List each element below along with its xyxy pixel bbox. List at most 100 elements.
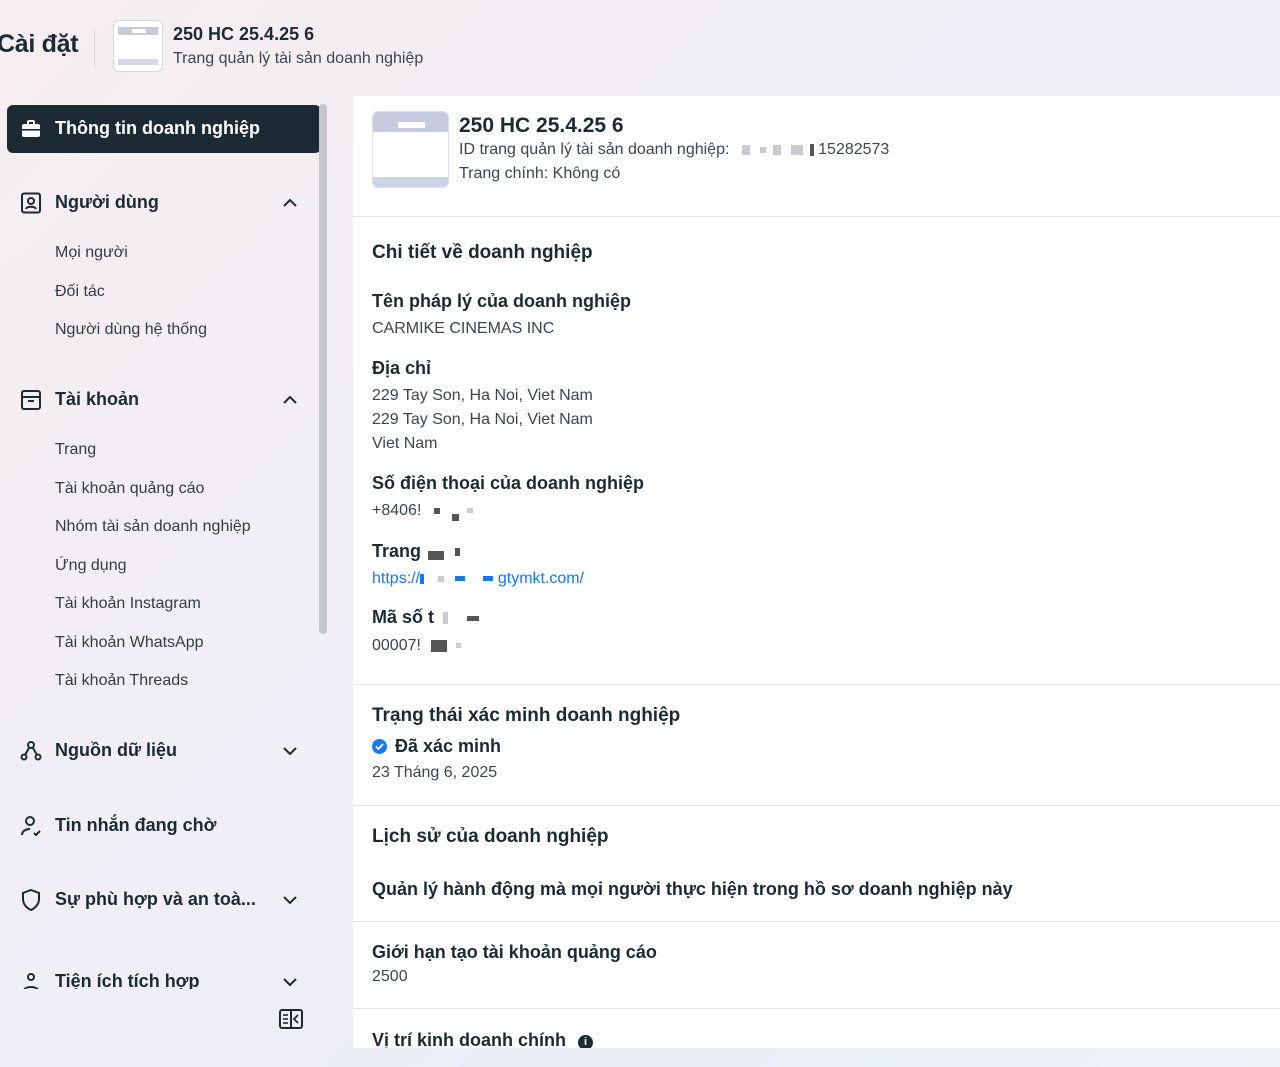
sidebar-scrollbar[interactable] xyxy=(319,104,327,634)
verification-title: Trạng thái xác minh doanh nghiệp xyxy=(372,705,681,726)
redacted-mark xyxy=(483,576,494,582)
legal-name-label: Tên pháp lý của doanh nghiệp xyxy=(372,291,632,311)
id-badge-icon xyxy=(21,192,41,214)
archive-icon xyxy=(21,390,41,410)
sidebar-item-instagram[interactable]: Tài khoản Instagram xyxy=(55,595,201,613)
phone-value-line: +8406! xyxy=(372,502,473,521)
tax-id-label: Mã số t xyxy=(372,607,435,627)
primary-page-line: Trang chính: Không có xyxy=(459,165,621,182)
website-link[interactable]: https:// gtymkt.com/ xyxy=(372,570,584,588)
header-business-name[interactable]: 250 HC 25.4.25 6 xyxy=(173,24,314,45)
business-thumbnail[interactable] xyxy=(113,20,163,72)
chevron-down-icon[interactable] xyxy=(280,972,300,989)
business-summary-card: 250 HC 25.4.25 6 ID trang quản lý tài sả… xyxy=(353,96,1280,217)
history-manage-link[interactable]: Quản lý hành động mà mọi người thực hiện… xyxy=(372,879,1013,900)
sidebar-item-pages[interactable]: Trang xyxy=(55,441,96,459)
chevron-down-icon[interactable] xyxy=(280,890,300,910)
data-sources-icon xyxy=(20,741,42,761)
sidebar-section-label: Tiện ích tích hợp xyxy=(55,971,200,989)
redacted-mark xyxy=(772,144,781,155)
sidebar-section-data-sources[interactable]: Nguồn dữ liệu xyxy=(0,734,320,768)
redacted-mark xyxy=(809,143,814,156)
redacted-mark xyxy=(420,573,425,584)
website-label: Trang xyxy=(372,541,422,561)
tax-id-value-line: 00007! xyxy=(372,637,461,655)
settings-title: Cài đặt xyxy=(0,30,79,58)
location-card: Vị trí kinh doanh chính i xyxy=(353,1009,1280,1048)
ad-limit-card: Giới hạn tạo tài khoản quảng cáo 2500 xyxy=(353,922,1280,1009)
redacted-mark xyxy=(455,548,461,557)
tax-id-value: 00007! xyxy=(372,637,421,654)
chevron-up-icon[interactable] xyxy=(280,193,300,213)
phone-label: Số điện thoại của doanh nghiệp xyxy=(372,473,645,493)
shield-icon xyxy=(22,888,40,912)
sidebar-section-label: Nguồn dữ liệu xyxy=(55,740,178,760)
sidebar-item-partners[interactable]: Đối tác xyxy=(55,283,105,301)
sidebar-section-accounts[interactable]: Tài khoản xyxy=(0,383,320,417)
sidebar-section-label: Tin nhắn đang chờ xyxy=(55,815,217,835)
website-prefix: https:// xyxy=(372,570,421,587)
sidebar-item-people[interactable]: Mọi người xyxy=(55,244,128,262)
address-line-3: Viet Nam xyxy=(372,435,438,452)
phone-value: +8406! xyxy=(372,502,422,519)
redacted-mark xyxy=(431,639,448,652)
chevron-up-icon[interactable] xyxy=(280,390,300,410)
verification-card: Trạng thái xác minh doanh nghiệp Đã xác … xyxy=(353,685,1280,806)
redacted-mark xyxy=(741,144,750,155)
sidebar-section-pending-messages[interactable]: Tin nhắn đang chờ xyxy=(0,809,320,843)
integrations-icon xyxy=(23,973,39,989)
business-id-label: ID trang quản lý tài sản doanh nghiệp: xyxy=(459,141,730,158)
ad-limit-title: Giới hạn tạo tài khoản quảng cáo xyxy=(372,942,657,962)
redacted-mark xyxy=(443,612,449,625)
verified-check-icon xyxy=(372,739,387,754)
sidebar-section-label: Người dùng xyxy=(55,192,159,212)
info-icon[interactable]: i xyxy=(578,1035,594,1048)
sidebar-section-users[interactable]: Người dùng xyxy=(0,186,320,220)
chevron-down-icon[interactable] xyxy=(280,741,300,761)
collapse-sidebar-icon[interactable] xyxy=(279,1009,303,1029)
sidebar-item-ad-accounts[interactable]: Tài khoản quảng cáo xyxy=(55,480,204,498)
sidebar-item-business-info[interactable]: Thông tin doanh nghiệp xyxy=(7,105,321,153)
sidebar-item-apps[interactable]: Ứng dụng xyxy=(55,557,127,575)
website-suffix: gtymkt.com/ xyxy=(497,570,585,587)
location-title-line: Vị trí kinh doanh chính i xyxy=(372,1030,594,1048)
page-header: Cài đặt 250 HC 25.4.25 6 Trang quản lý t… xyxy=(0,0,1280,96)
sidebar-item-label: Thông tin doanh nghiệp xyxy=(55,118,260,138)
verified-label: Đã xác minh xyxy=(395,736,502,756)
redacted-mark xyxy=(428,551,445,560)
sidebar-section-compliance-safety[interactable]: Sự phù hợp và an toà... xyxy=(0,883,320,917)
sidebar-section-integrations[interactable]: Tiện ích tích hợp xyxy=(0,965,320,989)
redacted-mark xyxy=(791,144,804,155)
business-name: 250 HC 25.4.25 6 xyxy=(459,114,624,137)
sidebar: Thông tin doanh nghiệp Người dùng Mọi ng… xyxy=(0,96,330,1056)
sidebar-item-whatsapp[interactable]: Tài khoản WhatsApp xyxy=(55,634,204,652)
history-title: Lịch sử của doanh nghiệp xyxy=(372,826,609,847)
details-title: Chi tiết về doanh nghiệp xyxy=(372,242,593,263)
ad-limit-value: 2500 xyxy=(372,968,408,985)
main-panel: 250 HC 25.4.25 6 ID trang quản lý tài sả… xyxy=(353,96,1280,1048)
sidebar-item-asset-groups[interactable]: Nhóm tài sản doanh nghiệp xyxy=(55,518,251,536)
sidebar-item-system-users[interactable]: Người dùng hệ thống xyxy=(55,321,207,339)
address-line-1: 229 Tay Son, Ha Noi, Viet Nam xyxy=(372,387,593,404)
business-details-card: Chi tiết về doanh nghiệp Tên pháp lý của… xyxy=(353,217,1280,685)
sidebar-item-threads[interactable]: Tài khoản Threads xyxy=(55,672,188,690)
redacted-mark xyxy=(454,576,465,582)
person-icon xyxy=(21,816,41,837)
redacted-mark xyxy=(452,514,460,521)
header-divider xyxy=(94,28,95,68)
business-avatar xyxy=(372,111,449,188)
redacted-mark xyxy=(467,615,480,621)
sidebar-section-label: Sự phù hợp và an toà... xyxy=(55,889,256,909)
redacted-mark xyxy=(466,508,473,514)
redacted-mark xyxy=(433,507,440,514)
address-label: Địa chỉ xyxy=(372,358,432,378)
verified-status: Đã xác minh xyxy=(372,736,501,757)
redacted-mark xyxy=(455,643,461,649)
business-id-value: 15282573 xyxy=(818,141,890,158)
history-card: Lịch sử của doanh nghiệp Quản lý hành độ… xyxy=(353,806,1280,922)
location-title: Vị trí kinh doanh chính xyxy=(372,1030,567,1048)
address-line-2: 229 Tay Son, Ha Noi, Viet Nam xyxy=(372,411,593,428)
header-subtitle: Trang quản lý tài sản doanh nghiệp xyxy=(173,50,424,67)
redacted-mark xyxy=(760,146,767,153)
legal-name-value: CARMIKE CINEMAS INC xyxy=(372,320,555,337)
